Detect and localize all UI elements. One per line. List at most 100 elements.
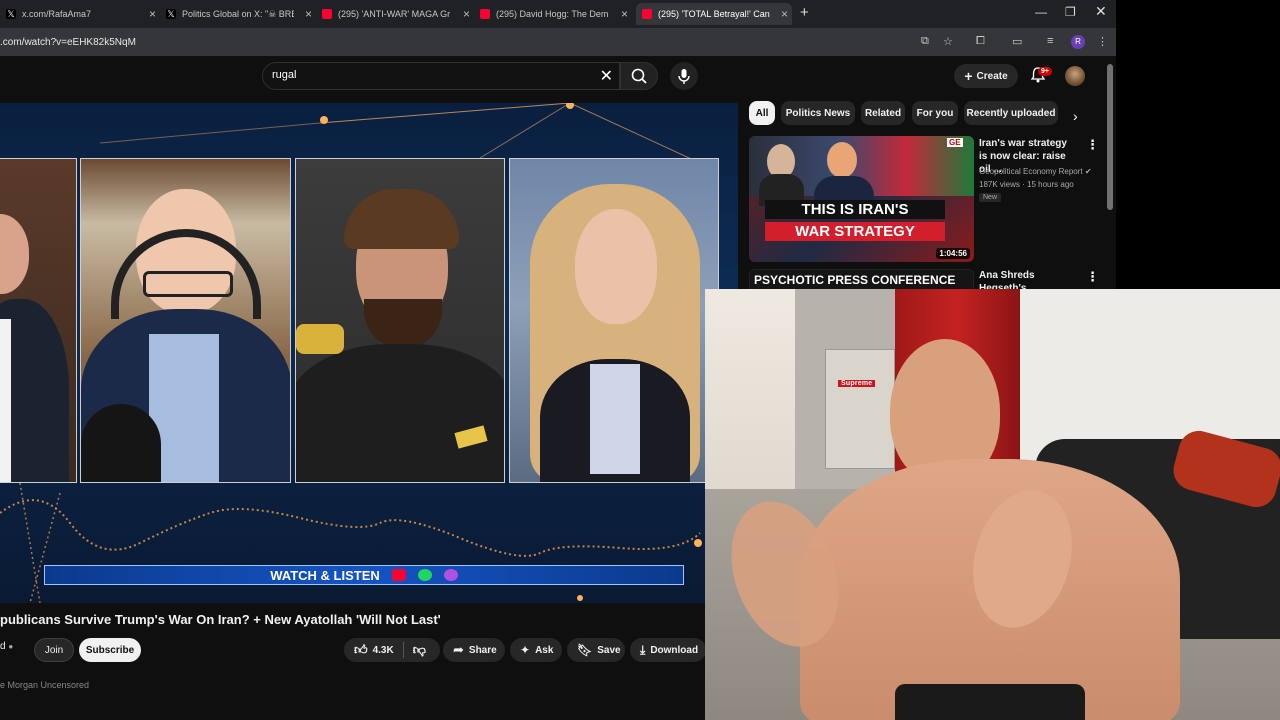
mini-fridge: Supreme	[825, 349, 895, 469]
notification-count-badge: 9+	[1038, 67, 1052, 76]
user-avatar[interactable]	[1065, 66, 1085, 86]
recommendation-views: 187K views · 15 hours ago	[979, 180, 1074, 189]
search-button[interactable]	[620, 62, 658, 90]
download-label: Download	[650, 644, 699, 656]
tab-title: (295) 'ANTI-WAR' MAGA Grifte	[338, 9, 450, 19]
like-dislike-group: 👍︎ 4.3K 👎︎	[344, 638, 440, 662]
tab-2[interactable]: 𝕏 Politics Global on X: "☠ BRE ×	[166, 3, 316, 25]
sticker: Supreme	[838, 380, 876, 387]
share-arrow-icon: ➦	[453, 642, 464, 657]
sidepanel-icon[interactable]: ▭	[1012, 35, 1022, 48]
tab-title: (295) David Hogg: The Democr	[496, 9, 608, 19]
plus-icon: +	[964, 68, 973, 84]
thumb-headline-bottom: WAR STRATEGY	[765, 222, 945, 241]
bookmark-icon: 🔖︎	[577, 643, 593, 657]
watch-and-listen-banner: WATCH & LISTEN	[44, 565, 684, 585]
chip-recently-uploaded[interactable]: Recently uploaded	[964, 101, 1058, 125]
spotify-logo-icon	[417, 569, 432, 581]
close-window-icon[interactable]: ✕	[1095, 3, 1107, 20]
voice-search-button[interactable]	[670, 62, 698, 90]
chip-all[interactable]: All	[749, 101, 775, 125]
save-button[interactable]: 🔖︎ Save	[567, 638, 625, 662]
chip-for-you[interactable]: For you	[912, 101, 958, 125]
verified-icon: ●	[8, 642, 14, 651]
channel-name-text: d	[0, 641, 6, 652]
verified-icon: ✔︎	[1084, 167, 1092, 176]
close-icon[interactable]: ×	[463, 7, 470, 21]
more-options-icon[interactable]: ⋮	[1086, 137, 1099, 153]
screen: 𝕏 x.com/RafaAma7 × 𝕏 Politics Global on …	[0, 0, 1280, 720]
create-label: Create	[976, 70, 1008, 82]
subscribe-button[interactable]: Subscribe	[79, 638, 141, 662]
recommendation-title[interactable]: Ana Shreds Hegseth's PSYCHOTIC Iran War	[979, 269, 1074, 289]
install-app-icon[interactable]: ⧉	[921, 35, 929, 48]
new-tab-button[interactable]: +	[800, 4, 809, 21]
thumb-corner-logo: GE	[947, 138, 963, 147]
restore-icon[interactable]: ❐	[1065, 5, 1076, 19]
tab-5-active[interactable]: (295) 'TOTAL Betrayal!' Can Rep ×	[636, 3, 792, 25]
video-panel-guest-4	[509, 158, 719, 483]
close-icon[interactable]: ×	[305, 7, 312, 21]
x-icon: 𝕏	[166, 9, 176, 19]
duration-badge: 1:04:56	[936, 248, 970, 259]
download-button[interactable]: ⤓ Download	[630, 638, 706, 662]
share-button[interactable]: ➦ Share	[443, 638, 505, 662]
tab-1[interactable]: 𝕏 x.com/RafaAma7 ×	[6, 3, 160, 25]
search-input[interactable]	[272, 69, 592, 81]
chevron-right-icon[interactable]: ›	[1073, 108, 1078, 124]
clear-search-icon[interactable]: ✕	[600, 66, 613, 86]
sparkle-icon: ✦	[520, 643, 531, 657]
address-bar[interactable]: .com/watch?v=eEHK82k5NqM ⧉ ☆ ⧠ ▭ ≡ ⋮	[0, 28, 1116, 56]
scrollbar-thumb[interactable]	[1107, 64, 1113, 210]
youtube-icon	[480, 9, 490, 19]
description-preview[interactable]: e Morgan Uncensored	[0, 680, 89, 690]
webcam-overlay: Supreme	[705, 289, 1280, 720]
media-controls-icon[interactable]: ≡	[1047, 35, 1053, 47]
youtube-icon	[642, 9, 652, 19]
tab-title: x.com/RafaAma7	[22, 9, 92, 19]
chip-related[interactable]: Related	[861, 101, 905, 125]
tab-4[interactable]: (295) David Hogg: The Democr ×	[480, 3, 632, 25]
podcasts-logo-icon	[443, 569, 458, 581]
thumb-headline: PSYCHOTIC PRESS CONFERENCE	[754, 273, 956, 287]
like-count[interactable]: 4.3K	[373, 645, 394, 656]
chip-politics-news[interactable]: Politics News	[781, 101, 855, 125]
video-player[interactable]: WATCH & LISTEN	[0, 103, 738, 603]
kebab-menu-icon[interactable]: ⋮	[1097, 35, 1108, 48]
recommendation-thumbnail[interactable]: GE THIS IS IRAN'S WAR STRATEGY 1:04:56	[749, 136, 974, 262]
video-panel-guest-1	[0, 158, 77, 483]
youtube-icon	[322, 9, 332, 19]
tab-title: (295) 'TOTAL Betrayal!' Can Rep	[658, 9, 770, 19]
banner-text: WATCH & LISTEN	[270, 567, 380, 583]
thumbs-up-icon[interactable]: 👍︎	[354, 642, 368, 658]
create-button[interactable]: + Create	[954, 64, 1018, 88]
close-icon[interactable]: ×	[149, 7, 156, 21]
thumbs-down-icon[interactable]: 👎︎	[413, 642, 426, 658]
url-text[interactable]: .com/watch?v=eEHK82k5NqM	[0, 37, 136, 48]
tab-title: Politics Global on X: "☠ BRE	[182, 8, 294, 19]
divider	[402, 642, 404, 658]
thumb-headline-top: THIS IS IRAN'S	[765, 200, 945, 219]
video-title: publicans Survive Trump's War On Iran? +…	[0, 612, 441, 627]
bookmark-star-icon[interactable]: ☆	[943, 35, 953, 48]
ask-label: Ask	[535, 644, 554, 656]
tab-3[interactable]: (295) 'ANTI-WAR' MAGA Grifte ×	[322, 3, 474, 25]
more-options-icon[interactable]: ⋮	[1086, 269, 1099, 285]
download-icon: ⤓	[640, 642, 646, 657]
search-box[interactable]: ✕	[262, 62, 620, 90]
recommendation-channel[interactable]: Geopolitical Economy Report ✔︎	[979, 167, 1092, 176]
profile-avatar[interactable]: R	[1071, 35, 1085, 49]
close-icon[interactable]: ×	[781, 7, 788, 21]
search-icon	[631, 68, 647, 84]
extensions-icon[interactable]: ⧠	[976, 35, 985, 48]
ask-button[interactable]: ✦ Ask	[510, 638, 562, 662]
youtube-logo-icon	[391, 569, 406, 581]
close-icon[interactable]: ×	[621, 7, 628, 21]
minimize-icon[interactable]: —	[1035, 5, 1047, 19]
x-icon: 𝕏	[6, 9, 16, 19]
channel-name[interactable]: d ●	[0, 641, 13, 652]
recommendation-thumbnail[interactable]: PSYCHOTIC PRESS CONFERENCE	[749, 269, 974, 291]
channel-text: Geopolitical Economy Report	[979, 167, 1083, 176]
share-label: Share	[468, 644, 497, 656]
join-button[interactable]: Join	[34, 638, 74, 662]
